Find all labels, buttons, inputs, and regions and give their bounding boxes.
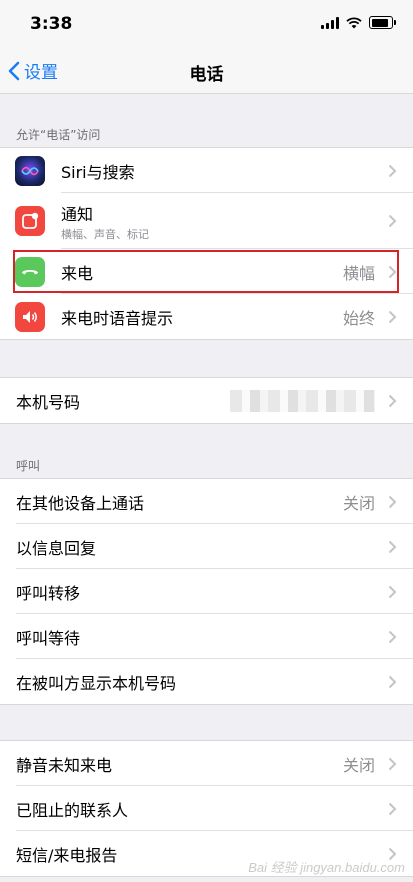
row-show-caller-id[interactable]: 在被叫方显示本机号码 (0, 659, 413, 704)
row-label: 在被叫方显示本机号码 (16, 673, 177, 693)
redacted-number (230, 390, 375, 412)
chevron-right-icon (388, 585, 397, 598)
page-title: 电话 (189, 65, 224, 85)
row-label: 来电时语音提示 (61, 308, 174, 328)
status-time: 3:38 (30, 14, 73, 34)
chevron-right-icon (388, 757, 397, 770)
chevron-right-icon (388, 495, 397, 508)
status-icons (321, 16, 396, 29)
siri-icon (15, 155, 45, 186)
row-announce-calls[interactable]: 来电时语音提示 始终 (0, 294, 413, 339)
row-label: 以信息回复 (16, 538, 97, 558)
row-value: 始终 (342, 308, 375, 328)
cellular-signal-icon (321, 16, 339, 29)
row-notifications[interactable]: 通知 横幅、声音、标记 (0, 193, 413, 249)
navigation-bar: 设置 电话 (0, 48, 413, 94)
row-siri-search[interactable]: Siri与搜索 (0, 148, 413, 193)
row-label: 已阻止的联系人 (16, 800, 129, 820)
chevron-right-icon (388, 540, 397, 553)
row-label: 短信/来电报告 (16, 845, 118, 865)
chevron-right-icon (388, 164, 397, 177)
battery-icon (369, 16, 396, 29)
row-call-forwarding[interactable]: 呼叫转移 (0, 569, 413, 614)
row-value: 关闭 (342, 755, 375, 775)
row-label: 来电 (61, 263, 94, 283)
row-label: Siri与搜索 (61, 162, 135, 182)
row-label: 呼叫等待 (16, 628, 81, 648)
row-call-waiting[interactable]: 呼叫等待 (0, 614, 413, 659)
watermark: Bai 经验 jingyan.baidu.com (248, 860, 405, 875)
status-bar: 3:38 (0, 0, 413, 48)
section-header-access: 允许“电话”访问 (16, 128, 101, 142)
chevron-right-icon (388, 310, 397, 323)
chevron-right-icon (388, 630, 397, 643)
row-value: 横幅 (342, 263, 375, 283)
incoming-call-icon (15, 256, 45, 287)
speaker-icon (15, 301, 45, 332)
row-value: 关闭 (342, 493, 375, 513)
notifications-icon (15, 206, 45, 236)
chevron-right-icon (388, 675, 397, 688)
row-silence-unknown-callers[interactable]: 静音未知来电 关闭 (0, 741, 413, 786)
chevron-right-icon (388, 214, 397, 228)
row-blocked-contacts[interactable]: 已阻止的联系人 (0, 786, 413, 831)
row-label: 静音未知来电 (16, 755, 113, 775)
row-label: 通知 (61, 205, 94, 224)
row-sublabel: 横幅、声音、标记 (61, 228, 149, 241)
wifi-icon (346, 16, 362, 28)
row-label: 呼叫转移 (16, 583, 81, 603)
row-respond-with-text[interactable]: 以信息回复 (0, 524, 413, 569)
chevron-right-icon (388, 802, 397, 815)
calls-group: 在其他设备上通话 关闭 以信息回复 呼叫转移 呼叫等待 在被叫方显示本机号码 (0, 478, 413, 705)
row-label: 本机号码 (16, 392, 81, 412)
chevron-right-icon (388, 394, 397, 407)
access-group: Siri与搜索 通知 横幅、声音、标记 来电 横幅 来电时语音提示 始终 (0, 147, 413, 340)
chevron-right-icon (388, 265, 397, 278)
section-header-calls: 呼叫 (16, 459, 41, 473)
row-calls-on-other-devices[interactable]: 在其他设备上通话 关闭 (0, 479, 413, 524)
row-incoming-call[interactable]: 来电 横幅 (0, 249, 413, 294)
row-label: 在其他设备上通话 (16, 493, 145, 513)
